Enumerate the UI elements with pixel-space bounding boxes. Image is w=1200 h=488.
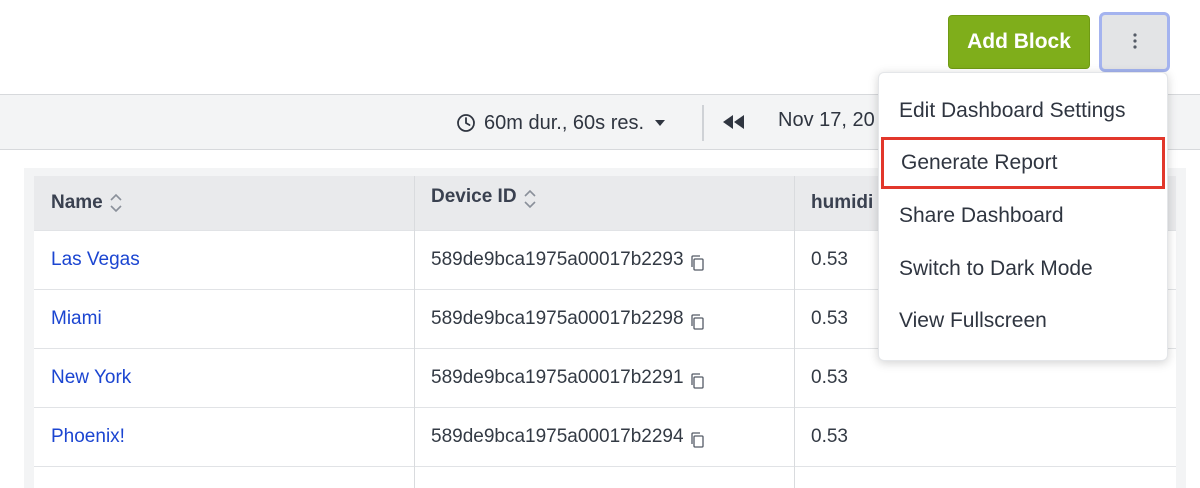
rewind-button[interactable]	[720, 107, 746, 137]
copy-icon[interactable]	[690, 255, 704, 271]
row-humidity: 0.53	[811, 426, 848, 447]
duration-label: 60m dur., 60s res.	[484, 111, 645, 134]
add-block-button[interactable]: Add Block	[948, 15, 1090, 69]
row-humidity: 0.53	[811, 249, 848, 270]
column-header-name[interactable]: Name	[51, 176, 123, 230]
column-header-device-id[interactable]: Device ID	[431, 176, 537, 230]
table-row	[34, 466, 1176, 488]
column-divider	[414, 176, 415, 488]
menu-item-edit-dashboard-settings[interactable]: Edit Dashboard Settings	[879, 85, 1167, 137]
copy-icon[interactable]	[690, 432, 704, 448]
rewind-icon	[723, 115, 744, 129]
caret-down-icon	[655, 120, 666, 126]
sort-icon	[523, 189, 536, 209]
row-device-id: 589de9bca1975a00017b2294	[431, 408, 704, 466]
menu-item-share-dashboard[interactable]: Share Dashboard	[879, 190, 1167, 242]
menu-item-generate-report[interactable]: Generate Report	[881, 137, 1165, 189]
table-row: Phoenix! 589de9bca1975a00017b2294 0.53	[34, 407, 1176, 466]
row-device-id: 589de9bca1975a00017b2291	[431, 349, 704, 407]
copy-icon[interactable]	[690, 373, 704, 389]
date-range-label[interactable]: Nov 17, 20	[778, 109, 875, 132]
duration-selector[interactable]: 60m dur., 60s res.	[456, 109, 666, 137]
copy-icon[interactable]	[690, 314, 704, 330]
toolbar-divider	[702, 105, 704, 141]
kebab-vertical-icon	[1132, 32, 1138, 53]
row-name-link[interactable]: Phoenix!	[51, 408, 125, 466]
column-header-humidity[interactable]: humidi	[811, 176, 873, 230]
row-name-link[interactable]: New York	[51, 349, 131, 407]
clock-icon	[457, 114, 475, 132]
column-divider	[794, 176, 795, 488]
menu-item-switch-dark-mode[interactable]: Switch to Dark Mode	[879, 243, 1167, 295]
row-humidity: 0.53	[811, 367, 848, 388]
sort-icon	[110, 193, 122, 213]
menu-item-view-fullscreen[interactable]: View Fullscreen	[879, 295, 1167, 347]
row-name-link[interactable]: Las Vegas	[51, 231, 140, 289]
row-name-link[interactable]: Miami	[51, 290, 102, 348]
row-device-id: 589de9bca1975a00017b2293	[431, 231, 704, 289]
more-options-button[interactable]	[1099, 12, 1170, 72]
dashboard-options-menu: Edit Dashboard Settings Generate Report …	[878, 72, 1168, 361]
row-device-id: 589de9bca1975a00017b2298	[431, 290, 704, 348]
row-humidity: 0.53	[811, 308, 848, 329]
